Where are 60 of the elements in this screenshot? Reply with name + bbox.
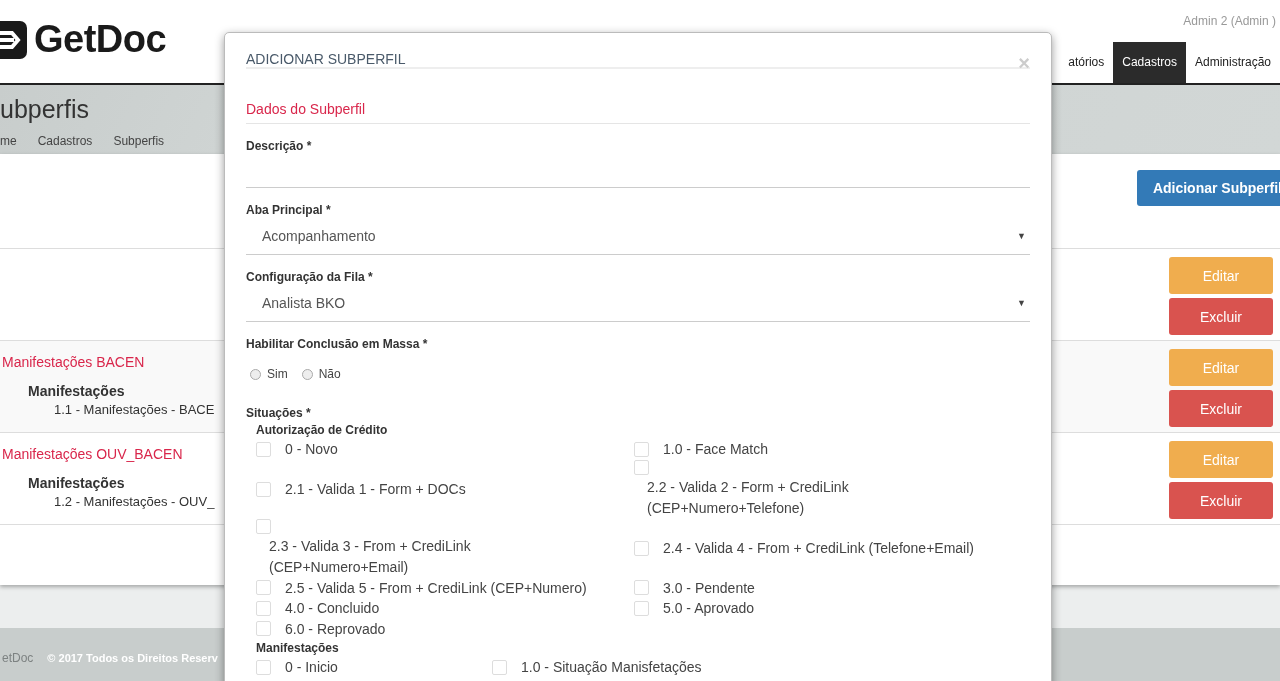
radio-button[interactable]: [250, 368, 261, 380]
section-title: Dados do Subperfil: [246, 69, 1030, 124]
checkbox-label: 1.0 - Face Match: [663, 441, 769, 458]
checkbox[interactable]: [634, 580, 649, 596]
radio-label: Sim: [267, 367, 288, 381]
checkbox-label: 0 - Novo: [285, 441, 338, 458]
field-label: Configuração da Fila *: [246, 269, 374, 284]
subprofile-name: Manifestações OUV_BACEN: [1, 446, 184, 462]
situation-item: 1.1 - Manifestações - BACE: [53, 401, 216, 417]
checkbox-label: 2.5 - Valida 5 - From + CrediLink (CEP+Numero): [285, 579, 587, 596]
footer-brand: etDoc: [2, 651, 34, 665]
checkbox[interactable]: [256, 441, 271, 457]
checkbox-label: 4.0 - Concluido: [285, 600, 380, 617]
logo-text: GetDoc: [34, 18, 167, 61]
field-label: Aba Principal *: [246, 202, 332, 217]
checkbox[interactable]: [256, 481, 271, 497]
checkbox-label: 2.3 - Valida 3 - From + CrediLink (CEP+Numero+Email): [268, 536, 472, 577]
checkbox[interactable]: [634, 600, 649, 616]
dropdown-field[interactable]: Analista BKO ▼: [246, 284, 1030, 322]
checkbox[interactable]: [256, 518, 271, 534]
delete-button[interactable]: Excluir: [1169, 482, 1273, 519]
checkbox-label: 1.0 - Situação Manisfetações: [521, 659, 702, 676]
group-title: Manifestações: [27, 382, 126, 399]
checkbox[interactable]: [634, 459, 649, 475]
delete-button[interactable]: Excluir: [1169, 390, 1273, 427]
dropdown-field[interactable]: Acompanhamento ▼: [246, 217, 1030, 255]
subprofile-name: Manifestações BACEN: [1, 354, 146, 370]
checkbox-label: 2.1 - Valida 1 - Form + DOCs: [285, 481, 466, 497]
checkbox[interactable]: [256, 659, 271, 675]
checkbox-label: 3.0 - Pendente: [663, 579, 755, 596]
checkbox-label: 2.4 - Valida 4 - From + CrediLink (Telefone+Email): [663, 540, 974, 556]
checkbox-label: 2.2 - Valida 2 - Form + CrediLink (CEP+Numero+Telefone): [646, 477, 850, 518]
checkbox-label: 6.0 - Reprovado: [285, 620, 386, 637]
modal-title: ADICIONAR SUBPERFIL: [246, 51, 406, 67]
nav-tab[interactable]: atórios: [1059, 42, 1114, 83]
checkbox[interactable]: [634, 441, 649, 457]
situation-item: 1.2 - Manifestações - OUV_: [53, 493, 216, 509]
checkbox[interactable]: [256, 600, 271, 616]
page-title: ubperfis: [0, 94, 89, 124]
field-label: Habilitar Conclusão em Massa *: [246, 336, 429, 351]
checkbox[interactable]: [256, 621, 271, 637]
field-label: Situações *: [246, 405, 311, 420]
breadcrumb-link[interactable]: Cadastros: [37, 134, 93, 148]
checkbox-label: 5.0 - Aprovado: [663, 600, 755, 617]
nav-tab[interactable]: Cadastros: [1113, 42, 1186, 83]
group-title: Autorização de Crédito: [256, 422, 389, 439]
checkbox[interactable]: [634, 540, 649, 556]
group-title: Manifestações: [27, 474, 126, 491]
nav-tab[interactable]: Administração: [1185, 42, 1280, 83]
radio-button[interactable]: [301, 368, 313, 380]
field-label: Descrição *: [246, 138, 313, 153]
user-name: Admin 2 (Admin ): [1183, 13, 1277, 28]
radio-label: Não: [318, 367, 341, 381]
delete-button[interactable]: Excluir: [1169, 298, 1273, 335]
breadcrumb-link[interactable]: Subperfis: [113, 134, 165, 148]
breadcrumb-link[interactable]: me: [0, 134, 17, 148]
checkbox-label: 0 - Inicio: [285, 659, 338, 676]
checkbox[interactable]: [256, 580, 271, 596]
checkbox[interactable]: [492, 659, 507, 675]
group-title: Manifestações: [256, 640, 340, 657]
